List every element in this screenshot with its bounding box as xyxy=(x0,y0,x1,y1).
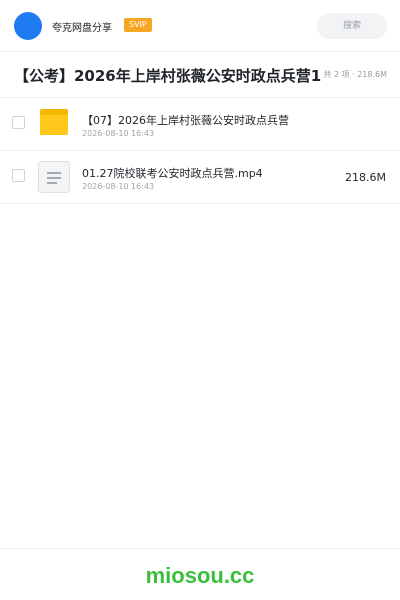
app-name: 夸克网盘分享 xyxy=(52,23,112,34)
folder-summary: 共 2 项 · 218.6M xyxy=(323,70,387,79)
footer-brand-link[interactable]: miosou.cc xyxy=(0,563,400,589)
folder-header: 【公考】2026年上岸村张薇公安时政点兵营1 共 2 项 · 218.6M xyxy=(0,52,400,98)
file-name: 【07】2026年上岸村张薇公安时政点兵营 xyxy=(82,114,289,127)
file-date: 2026-08-10 16:43 xyxy=(82,129,155,138)
file-name: 01.27院校联考公安时政点兵营.mp4 xyxy=(82,167,263,180)
page-title: 【公考】2026年上岸村张薇公安时政点兵营1 xyxy=(14,67,322,85)
search-button[interactable]: 搜索 xyxy=(317,13,387,39)
document-icon xyxy=(38,161,70,193)
footer: miosou.cc xyxy=(0,548,400,600)
file-date: 2026-08-10 16:43 xyxy=(82,182,155,191)
top-bar: 夸克网盘分享 SVIP 搜索 xyxy=(0,0,400,52)
select-checkbox[interactable] xyxy=(12,169,25,182)
avatar[interactable] xyxy=(14,12,42,40)
file-size: 218.6M xyxy=(345,171,386,184)
folder-icon xyxy=(38,108,70,140)
list-item[interactable]: 【07】2026年上岸村张薇公安时政点兵营 2026-08-10 16:43 xyxy=(0,98,400,151)
vip-badge: SVIP xyxy=(124,18,152,32)
file-list: 【07】2026年上岸村张薇公安时政点兵营 2026-08-10 16:43 0… xyxy=(0,98,400,204)
list-item[interactable]: 01.27院校联考公安时政点兵营.mp4 2026-08-10 16:43 21… xyxy=(0,151,400,204)
select-checkbox[interactable] xyxy=(12,116,25,129)
